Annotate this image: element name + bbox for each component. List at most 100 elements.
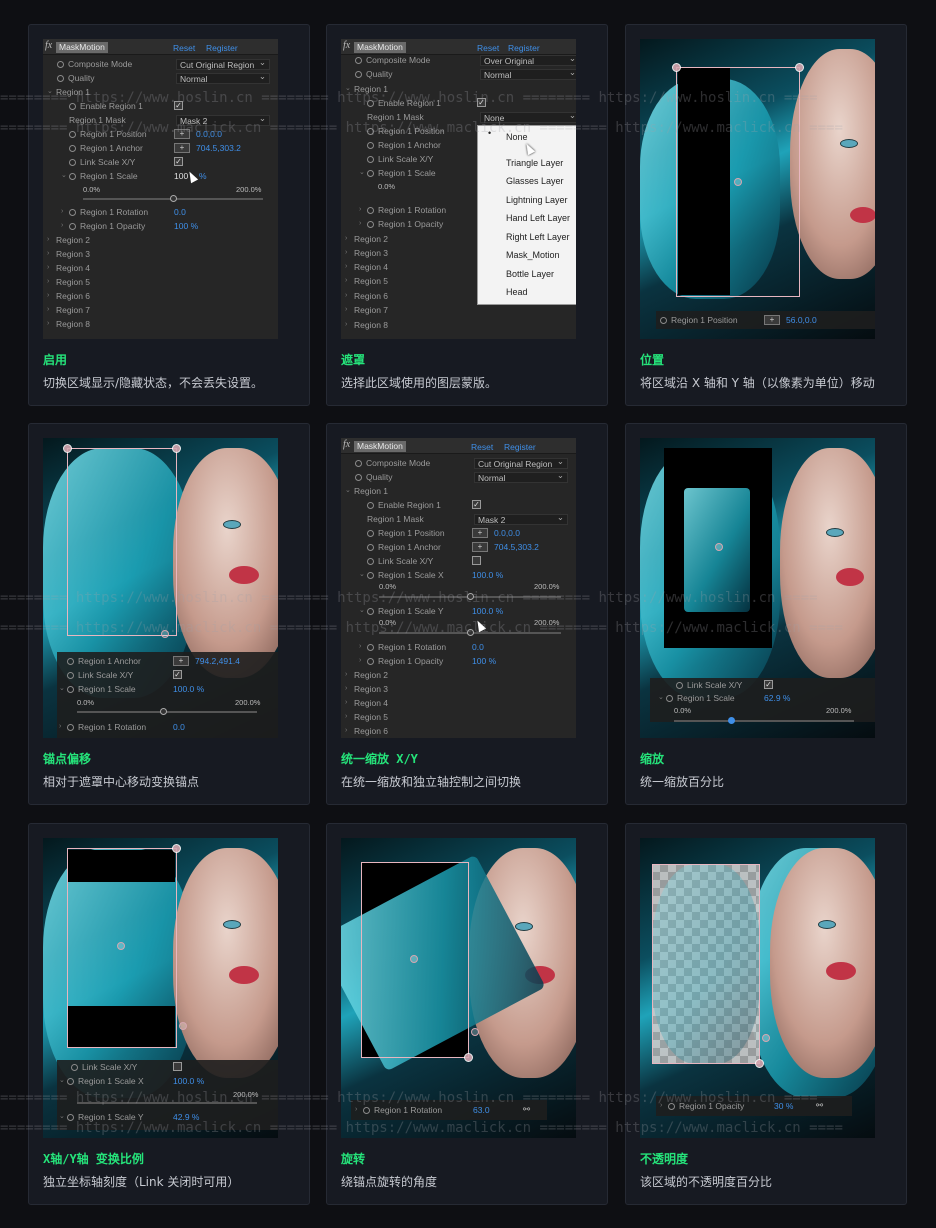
composite-mode-dropdown[interactable]: Cut Original Region xyxy=(474,456,568,469)
menu-item-triangle-layer[interactable]: Triangle Layer xyxy=(506,154,563,172)
region-3-group[interactable]: › Region 3 xyxy=(345,682,388,696)
quality-dropdown[interactable]: Normal xyxy=(480,67,576,80)
region1-position-value[interactable]: 0.0,0.0 xyxy=(196,127,222,141)
region-4-group[interactable]: › Region 4 xyxy=(47,261,90,275)
region-2-group[interactable]: › Region 2 xyxy=(47,233,90,247)
region-3-group[interactable]: › Region 3 xyxy=(47,247,90,261)
scale-value[interactable]: 100.0 % xyxy=(173,682,204,696)
menu-item-mask-motion[interactable]: Mask_Motion xyxy=(506,246,560,264)
enable-region1-checkbox[interactable]: ✓ xyxy=(472,500,481,509)
region1-group[interactable]: ⌄ Region 1 xyxy=(345,484,388,498)
scale-x-value[interactable]: 100.0 % xyxy=(173,1074,204,1088)
link-scale-checkbox[interactable]: ✓ xyxy=(173,670,182,679)
region-bounding-box[interactable] xyxy=(67,448,177,636)
region1-anchor-value[interactable]: 704.5,303.2 xyxy=(494,540,539,554)
region1-mask-dropdown[interactable]: Mask 2 xyxy=(176,113,270,126)
anchor-point-icon[interactable] xyxy=(410,955,418,963)
link-scale-checkbox[interactable]: ✓ xyxy=(174,157,183,166)
scale-y-slider-knob[interactable] xyxy=(467,629,474,636)
position-value[interactable]: 56.0,0.0 xyxy=(786,313,817,327)
region1-rotation-value[interactable]: 0.0 xyxy=(174,205,186,219)
link-icon[interactable]: ⚯ xyxy=(523,1102,530,1116)
region-6-group[interactable]: › Region 6 xyxy=(345,289,388,303)
region1-rotation-label[interactable]: › Region 1 Rotation xyxy=(359,640,446,654)
scale-x-slider-knob[interactable] xyxy=(467,593,474,600)
corner-handle[interactable] xyxy=(464,1053,473,1062)
region-8-group[interactable]: › Region 8 xyxy=(345,318,388,332)
region-4-group[interactable]: › Region 4 xyxy=(345,260,388,274)
region-4-group[interactable]: › Region 4 xyxy=(345,696,388,710)
region1-scale-y-value[interactable]: 100.0 % xyxy=(472,604,503,618)
menu-item-bottle-layer[interactable]: Bottle Layer xyxy=(506,265,554,283)
menu-item-lightning-layer[interactable]: Lightning Layer xyxy=(506,191,568,209)
region-7-group[interactable]: › Region 7 xyxy=(345,303,388,317)
region-7-group[interactable]: › Region 7 xyxy=(47,303,90,317)
region-5-group[interactable]: › Region 5 xyxy=(345,274,388,288)
region1-rotation-label[interactable]: › Region 1 Rotation xyxy=(61,205,148,219)
anchor-handle-icon[interactable] xyxy=(762,1034,770,1042)
region-6-group[interactable]: › Region 6 xyxy=(345,724,388,738)
region1-anchor-value[interactable]: 704.5,303.2 xyxy=(196,141,241,155)
region1-scale-x-label[interactable]: ⌄ Region 1 Scale X xyxy=(359,568,444,582)
corner-handle[interactable] xyxy=(755,1059,764,1068)
corner-handle[interactable] xyxy=(672,63,681,72)
scale-value[interactable]: 62.9 % xyxy=(764,691,790,705)
composite-mode-dropdown[interactable]: Over Original xyxy=(480,53,576,66)
region1-mask-dropdown[interactable]: None xyxy=(480,110,576,123)
reset-link[interactable]: Reset xyxy=(173,43,195,53)
region1-opacity-label[interactable]: › Region 1 Opacity xyxy=(61,219,145,233)
scale-slider-knob[interactable] xyxy=(170,195,177,202)
corner-handle[interactable] xyxy=(172,444,181,453)
region1-opacity-value[interactable]: 100 % xyxy=(174,219,198,233)
region1-mask-dropdown[interactable]: Mask 2 xyxy=(474,512,568,525)
region1-opacity-label[interactable]: › Region 1 Opacity xyxy=(359,217,443,231)
menu-item-glasses-layer[interactable]: Glasses Layer xyxy=(506,172,564,190)
position-target-icon[interactable]: + xyxy=(764,315,780,325)
anchor-target-icon[interactable]: + xyxy=(173,656,189,666)
region-5-group[interactable]: › Region 5 xyxy=(345,710,388,724)
anchor-point-icon[interactable] xyxy=(715,543,723,551)
anchor-target-icon[interactable]: + xyxy=(472,542,488,552)
link-scale-checkbox[interactable]: ✓ xyxy=(764,680,773,689)
link-scale-checkbox[interactable] xyxy=(173,1062,182,1071)
anchor-handle-icon[interactable] xyxy=(179,1022,187,1030)
scale-y-value[interactable]: 42.9 % xyxy=(173,1110,199,1124)
position-target-icon[interactable]: + xyxy=(472,528,488,538)
link-scale-checkbox[interactable] xyxy=(472,556,481,565)
link-icon[interactable]: ⚯ xyxy=(816,1098,823,1112)
region1-scale-x-value[interactable]: 100.0 % xyxy=(472,568,503,582)
region-2-group[interactable]: › Region 2 xyxy=(345,668,388,682)
region1-group[interactable]: ⌄ Region 1 xyxy=(47,85,90,99)
region1-scale-y-label[interactable]: ⌄ Region 1 Scale Y xyxy=(359,604,444,618)
menu-item-right-left-layer[interactable]: Right Left Layer xyxy=(506,228,570,246)
quality-dropdown[interactable]: Normal xyxy=(474,470,568,483)
region1-rotation-value[interactable]: 0.0 xyxy=(472,640,484,654)
register-link[interactable]: Register xyxy=(508,43,540,53)
region-2-group[interactable]: › Region 2 xyxy=(345,232,388,246)
scale-slider-track[interactable] xyxy=(674,720,854,722)
reset-link[interactable]: Reset xyxy=(471,442,493,452)
scale-slider-knob[interactable] xyxy=(160,708,167,715)
opacity-value[interactable]: 30 % xyxy=(774,1099,793,1113)
region1-opacity-label[interactable]: › Region 1 Opacity xyxy=(359,654,443,668)
anchor-value[interactable]: 794.2,491.4 xyxy=(195,654,240,668)
anchor-point-icon[interactable] xyxy=(161,630,169,638)
rotation-value[interactable]: 0.0 xyxy=(173,720,185,734)
quality-dropdown[interactable]: Normal xyxy=(176,71,270,84)
menu-item-hand-left-layer[interactable]: Hand Left Layer xyxy=(506,209,570,227)
corner-handle[interactable] xyxy=(172,844,181,853)
composite-mode-dropdown[interactable]: Cut Original Region xyxy=(176,57,270,70)
region-3-group[interactable]: › Region 3 xyxy=(345,246,388,260)
region1-scale-label[interactable]: ⌄ Region 1 Scale xyxy=(61,169,138,183)
corner-handle[interactable] xyxy=(63,444,72,453)
enable-region1-checkbox[interactable]: ✓ xyxy=(477,98,486,107)
anchor-handle-icon[interactable] xyxy=(471,1028,479,1036)
reset-link[interactable]: Reset xyxy=(477,43,499,53)
register-link[interactable]: Register xyxy=(206,43,238,53)
region1-position-value[interactable]: 0.0,0.0 xyxy=(494,526,520,540)
region1-scale-label[interactable]: ⌄ Region 1 Scale xyxy=(359,166,436,180)
region-5-group[interactable]: › Region 5 xyxy=(47,275,90,289)
rotation-value[interactable]: 63.0 xyxy=(473,1103,490,1117)
menu-item-head[interactable]: Head xyxy=(506,283,528,301)
anchor-point-icon[interactable] xyxy=(117,942,125,950)
